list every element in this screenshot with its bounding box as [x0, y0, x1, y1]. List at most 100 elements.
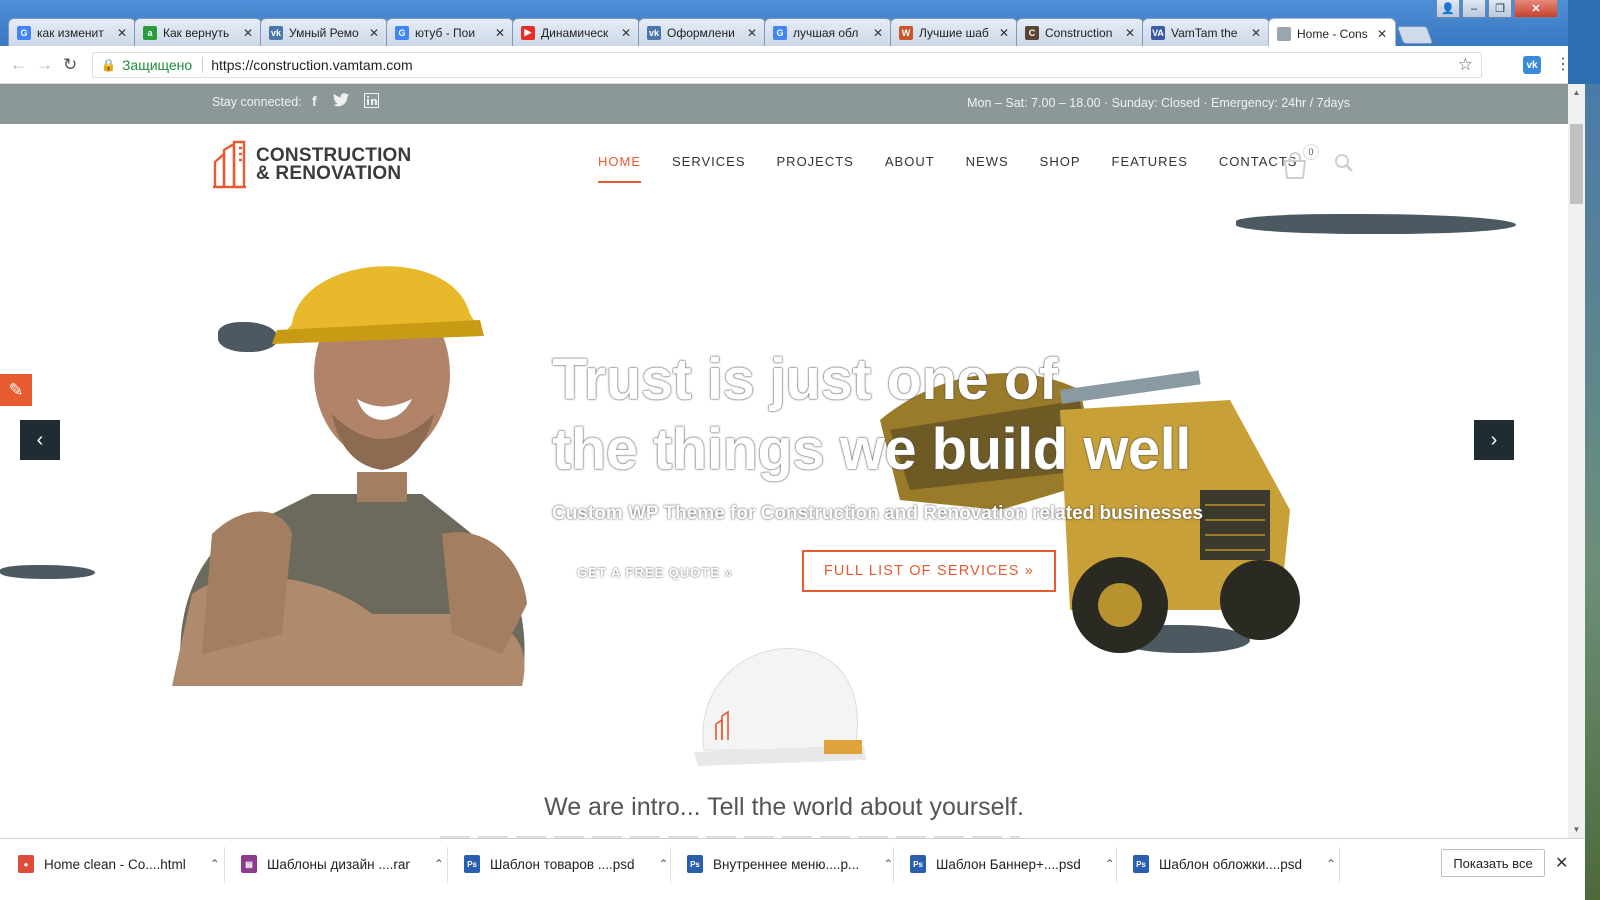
close-tab-icon[interactable]: ✕: [621, 26, 631, 40]
close-tab-icon[interactable]: ✕: [999, 26, 1009, 40]
menu-kebab-icon[interactable]: ⋮: [1555, 54, 1571, 74]
browser-tab[interactable]: Gкак изменит ✕: [8, 18, 136, 46]
get-quote-button[interactable]: GET A FREE QUOTE »: [560, 552, 750, 592]
chevron-right-icon: ›: [1490, 428, 1498, 451]
linkedin-icon[interactable]: [364, 93, 379, 111]
close-tab-icon[interactable]: ✕: [495, 26, 505, 40]
google-icon: G: [17, 25, 31, 40]
divider: [202, 57, 204, 73]
close-tab-icon[interactable]: ✕: [369, 26, 379, 40]
menu-item-about[interactable]: ABOUT: [885, 154, 935, 183]
user-icon[interactable]: 👤: [1436, 0, 1460, 18]
browser-tab[interactable]: W Лучшие шаб ✕: [890, 18, 1018, 46]
browser-tab[interactable]: Home - Cons ✕: [1268, 18, 1396, 48]
close-window-button[interactable]: ✕: [1514, 0, 1558, 18]
download-item[interactable]: Ps Внутреннее меню....p... ⌃: [687, 839, 893, 889]
forward-icon[interactable]: →: [36, 55, 53, 75]
chevron-up-icon[interactable]: ⌃: [210, 857, 220, 871]
menu-item-services[interactable]: SERVICES: [672, 154, 746, 183]
working-hours: Mon – Sat: 7.00 – 18.00 · Sunday: Closed…: [967, 96, 1350, 110]
address-bar[interactable]: 🔒 Защищено https://construction.vamtam.c…: [92, 52, 1482, 78]
close-tab-icon[interactable]: ✕: [1125, 26, 1135, 40]
download-item[interactable]: Ps Шаблон Баннер+....psd ⌃: [910, 839, 1115, 889]
desktop-background: [1585, 84, 1600, 900]
divider: [224, 847, 225, 883]
tab-title: Как вернуть: [163, 25, 230, 40]
facebook-icon[interactable]: f: [312, 93, 317, 109]
tab-strip: Gкак изменит ✕ a Как вернуть ✕ vk Умный Ремо ✕ G…: [8, 18, 1434, 48]
browser-tab[interactable]: Gлучшая обл ✕: [764, 18, 892, 46]
a-icon: a: [143, 25, 157, 40]
chevron-up-icon[interactable]: ⌃: [659, 857, 669, 871]
download-filename: Шаблоны дизайн ....rar: [267, 856, 410, 872]
browser-tab[interactable]: C Construction ✕: [1016, 18, 1144, 46]
site-logo[interactable]: CONSTRUCTION & RENOVATION: [212, 140, 411, 190]
reload-icon[interactable]: ↻: [63, 55, 77, 75]
site-topbar: Stay connected: f Mon – Sat: 7.00 – 18.0…: [0, 84, 1568, 124]
close-downloads-icon[interactable]: ✕: [1555, 853, 1568, 873]
browser-tab[interactable]: ▶ Динамическ ✕: [512, 18, 640, 46]
download-item[interactable]: ▤ Шаблоны дизайн ....rar ⌃: [241, 839, 444, 889]
scroll-down-icon[interactable]: ▼: [1568, 821, 1585, 838]
menu-item-shop[interactable]: SHOP: [1040, 154, 1081, 183]
browser-tab[interactable]: vk Оформлени ✕: [638, 18, 766, 46]
vk-extension-icon[interactable]: vk: [1523, 56, 1541, 74]
download-item[interactable]: Ps Шаблон обложки....psd ⌃: [1133, 839, 1336, 889]
tab-title: лучшая обл: [793, 25, 859, 40]
download-item[interactable]: Ps Шаблон товаров ....psd ⌃: [464, 839, 669, 889]
search-icon[interactable]: [1333, 152, 1355, 174]
chevron-up-icon[interactable]: ⌃: [434, 857, 444, 871]
vk-icon: vk: [269, 25, 283, 40]
tab-title: Динамическ: [541, 25, 609, 40]
close-tab-icon[interactable]: ✕: [1251, 26, 1261, 40]
download-filename: Home clean - Co....html: [44, 856, 186, 872]
browser-tab[interactable]: Gютуб - Пои ✕: [386, 18, 514, 46]
main-menu: HOME SERVICES PROJECTS ABOUT NEWS SHOP FEATURE…: [598, 154, 1328, 183]
vk-icon: vk: [647, 25, 661, 40]
menu-item-news[interactable]: NEWS: [966, 154, 1009, 183]
download-item[interactable]: ● Home clean - Co....html ⌃: [18, 839, 220, 889]
tab-title: Construction: [1045, 25, 1113, 40]
close-tab-icon[interactable]: ✕: [1377, 27, 1387, 41]
close-tab-icon[interactable]: ✕: [873, 26, 883, 40]
show-all-downloads-button[interactable]: Показать все: [1441, 849, 1545, 877]
tab-title: как изменит: [37, 25, 104, 40]
style-editor-brush-icon[interactable]: ✎: [0, 374, 32, 406]
tab-title: Лучшие шаб: [919, 25, 989, 40]
vamtam-icon: VA: [1151, 25, 1165, 40]
menu-item-features[interactable]: FEATURES: [1112, 154, 1188, 183]
browser-tab[interactable]: VA VamTam the ✕: [1142, 18, 1270, 46]
browser-tab[interactable]: vk Умный Ремо ✕: [260, 18, 388, 46]
psd-icon: Ps: [464, 855, 480, 873]
close-tab-icon[interactable]: ✕: [747, 26, 757, 40]
minimize-button[interactable]: –: [1462, 0, 1486, 18]
scroll-thumb[interactable]: [1570, 124, 1583, 204]
services-button[interactable]: FULL LIST OF SERVICES »: [802, 550, 1056, 592]
new-tab-button[interactable]: [1396, 26, 1434, 44]
scroll-up-icon[interactable]: ▲: [1568, 84, 1585, 101]
chevron-up-icon[interactable]: ⌃: [883, 857, 893, 871]
slider-prev-button[interactable]: ‹: [20, 420, 60, 460]
menu-item-home[interactable]: HOME: [598, 154, 641, 183]
chevron-up-icon[interactable]: ⌃: [1326, 857, 1336, 871]
divider: [1116, 847, 1117, 883]
logo-building-icon: [213, 140, 246, 189]
browser-tab[interactable]: a Как вернуть ✕: [134, 18, 262, 46]
slider-next-button[interactable]: ›: [1474, 420, 1514, 460]
maximize-button[interactable]: ❐: [1488, 0, 1512, 18]
close-tab-icon[interactable]: ✕: [117, 26, 127, 40]
browser-toolbar: ← → ↻ 🔒 Защищено https://construction.va…: [0, 46, 1571, 84]
menu-item-projects[interactable]: PROJECTS: [777, 154, 854, 183]
divider: [893, 847, 894, 883]
logo-text: CONSTRUCTION & RENOVATION: [256, 146, 411, 183]
chevron-up-icon[interactable]: ⌃: [1105, 857, 1115, 871]
close-tab-icon[interactable]: ✕: [243, 26, 253, 40]
stay-connected-label: Stay connected:: [212, 95, 302, 109]
url-text[interactable]: https://construction.vamtam.com: [211, 57, 413, 73]
divider: [670, 847, 671, 883]
google-icon: G: [395, 25, 409, 40]
twitter-icon[interactable]: [333, 93, 349, 110]
bookmark-star-icon[interactable]: ☆: [1458, 55, 1473, 75]
site-icon: C: [1025, 25, 1039, 40]
back-icon[interactable]: ←: [10, 55, 27, 75]
